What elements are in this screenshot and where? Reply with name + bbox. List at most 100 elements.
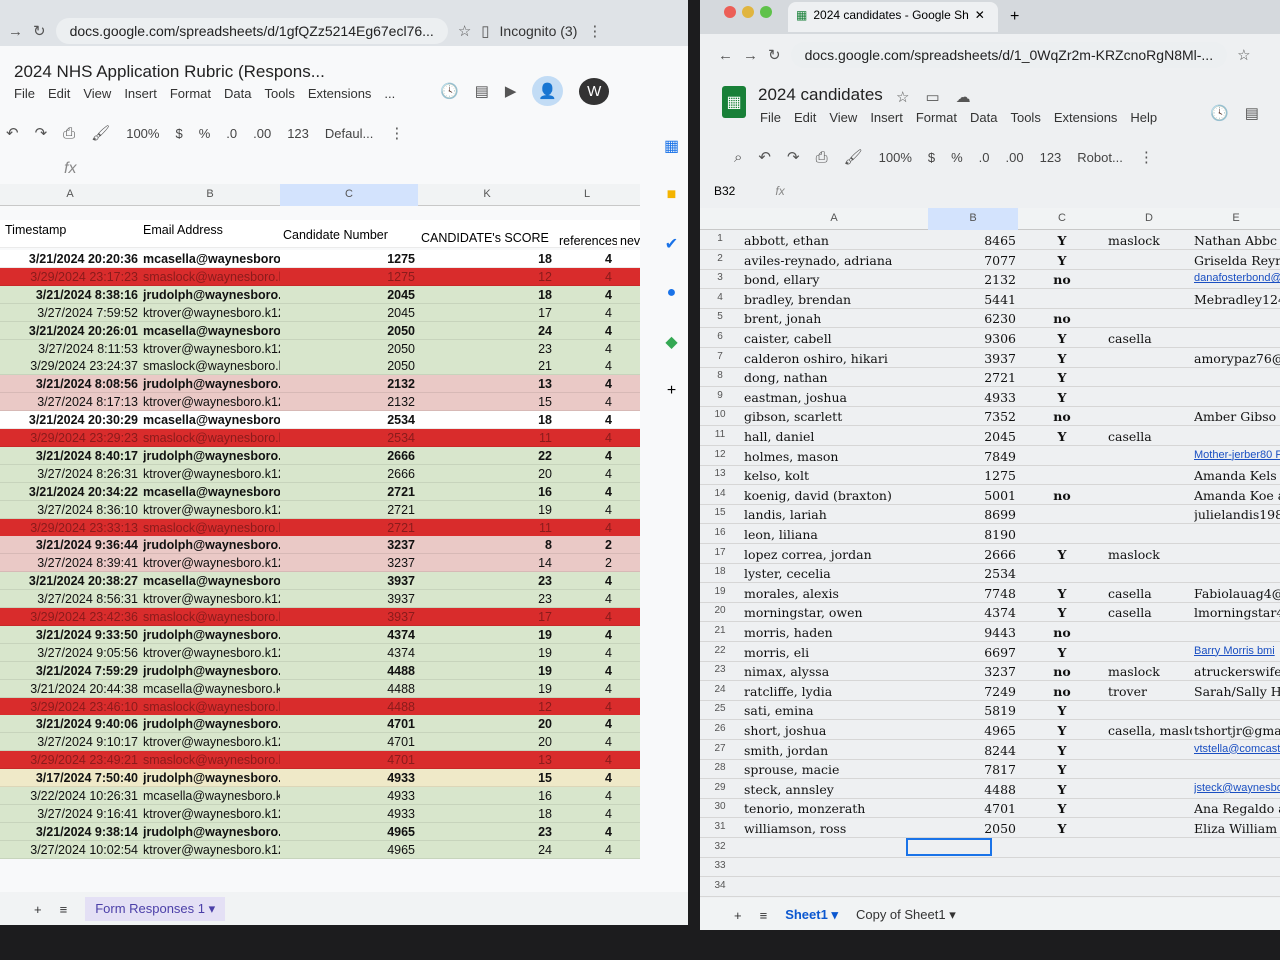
calendar-icon[interactable]: ▦: [664, 136, 679, 156]
add-sheet-icon[interactable]: +: [734, 908, 742, 923]
references-cell[interactable]: 4: [605, 503, 612, 517]
reference-status-cell[interactable]: Y: [1018, 645, 1106, 660]
score-cell[interactable]: 23: [538, 342, 552, 356]
name-cell[interactable]: sati, emina: [744, 703, 928, 718]
candidate-number-cell[interactable]: 4965: [984, 723, 1016, 738]
close-window-button[interactable]: [724, 6, 736, 18]
timestamp-cell[interactable]: 3/22/2024 10:26:31: [30, 789, 138, 803]
number-format-button[interactable]: 123: [287, 126, 309, 141]
col-c[interactable]: C: [280, 184, 418, 206]
email-cell[interactable]: mcasella@waynesboro: [143, 574, 280, 588]
email-cell[interactable]: ktrover@waynesboro.k12: [143, 342, 280, 356]
score-cell[interactable]: 12: [538, 700, 552, 714]
candidate-number-cell[interactable]: 4933: [387, 771, 415, 785]
reference-status-cell[interactable]: Y: [1018, 390, 1106, 405]
table-row[interactable]: 3/27/2024 9:05:56 ktrover@waynesboro.k12 4…: [0, 643, 640, 662]
candidate-number-cell[interactable]: 7849: [984, 449, 1016, 464]
email-cell[interactable]: jrudolph@waynesboro.: [143, 825, 280, 839]
email-cell[interactable]: smaslock@waynesboro.l: [143, 753, 280, 767]
table-row[interactable]: 3/27/2024 8:36:10 ktrover@waynesboro.k12 2…: [0, 500, 640, 519]
table-row[interactable]: 19 morales, alexis 7748 Ycasella Fabiolauag4…: [700, 583, 1280, 603]
table-row[interactable]: 3/21/2024 20:26:01 mcasella@waynesboro 205…: [0, 321, 640, 340]
candidate-number-cell[interactable]: 8244: [984, 743, 1016, 758]
name-cell[interactable]: aviles-reynado, adriana: [744, 253, 928, 268]
timestamp-cell[interactable]: 3/29/2024 23:29:23: [30, 431, 138, 445]
menu-view[interactable]: View: [829, 110, 857, 125]
col-k[interactable]: K: [418, 188, 556, 200]
email-cell[interactable]: mcasella@waynesboro: [143, 324, 280, 338]
meet-icon[interactable]: ▶: [505, 82, 517, 100]
all-sheets-icon[interactable]: ≡: [760, 908, 768, 923]
timestamp-cell[interactable]: 3/27/2024 9:10:17: [37, 735, 138, 749]
menu-tools[interactable]: Tools: [1010, 110, 1040, 125]
reference-status-cell[interactable]: no: [1018, 625, 1106, 640]
contact-cell[interactable]: Nathan Abbc: [1194, 233, 1280, 248]
table-row[interactable]: 25 sati, emina 5819 Y: [700, 700, 1280, 721]
email-cell[interactable]: ktrover@waynesboro.k12: [143, 592, 280, 606]
table-row[interactable]: 3/17/2024 7:50:40 jrudolph@waynesboro. 493…: [0, 769, 640, 788]
candidate-number-cell[interactable]: 3237: [387, 556, 415, 570]
score-cell[interactable]: 17: [538, 610, 552, 624]
col-l[interactable]: L: [556, 188, 618, 200]
score-cell[interactable]: 18: [538, 413, 552, 427]
candidate-number-cell[interactable]: 4701: [387, 717, 415, 731]
menu-more[interactable]: ...: [384, 86, 395, 101]
new-tab-icon[interactable]: +: [1010, 8, 1019, 26]
score-cell[interactable]: 19: [538, 503, 552, 517]
candidate-number-cell[interactable]: 4488: [387, 664, 415, 678]
name-cell[interactable]: short, joshua: [744, 723, 928, 738]
email-cell[interactable]: jrudolph@waynesboro.: [143, 717, 280, 731]
references-cell[interactable]: 4: [605, 610, 612, 624]
table-row[interactable]: 3/21/2024 20:44:38 mcasella@waynesboro.k 4…: [0, 679, 640, 698]
email-cell[interactable]: jrudolph@waynesboro.: [143, 538, 280, 552]
contact-cell[interactable]: jsteck@waynesbor: [1194, 782, 1280, 794]
table-row[interactable]: 3/27/2024 9:10:17 ktrover@waynesboro.k12 4…: [0, 733, 640, 752]
email-cell[interactable]: smaslock@waynesboro.l: [143, 521, 280, 535]
table-row[interactable]: 11 hall, daniel 2045 Ycasella: [700, 426, 1280, 446]
timestamp-cell[interactable]: 3/27/2024 9:05:56: [37, 646, 138, 660]
reference-status-cell[interactable]: no: [1018, 684, 1106, 699]
candidate-number-cell[interactable]: 2045: [387, 288, 415, 302]
name-cell[interactable]: lopez correa, jordan: [744, 547, 928, 562]
menu-data[interactable]: Data: [224, 86, 251, 101]
table-row[interactable]: 2 aviles-reynado, adriana 7077 Y Griselda Re…: [700, 250, 1280, 270]
score-cell[interactable]: 16: [538, 485, 552, 499]
paint-format-icon[interactable]: 🖌: [844, 148, 863, 166]
reference-status-cell[interactable]: Y: [1018, 351, 1106, 366]
table-row[interactable]: 3/29/2024 23:42:36 smaslock@waynesboro.l 3…: [0, 608, 640, 626]
email-cell[interactable]: smaslock@waynesboro.l: [143, 431, 280, 445]
timestamp-cell[interactable]: 3/21/2024 8:08:56: [36, 377, 138, 391]
table-row[interactable]: 15 landis, lariah 8699 julielandis1987@g: [700, 504, 1280, 525]
email-cell[interactable]: smaslock@waynesboro.l: [143, 610, 280, 624]
menu-file[interactable]: File: [14, 86, 35, 101]
menu-view[interactable]: View: [83, 86, 111, 101]
candidate-number-cell[interactable]: 2721: [387, 503, 415, 517]
address-bar[interactable]: → ↻ docs.google.com/spreadsheets/d/1gfQZ…: [8, 18, 602, 44]
timestamp-cell[interactable]: 3/21/2024 9:33:50: [36, 628, 138, 642]
name-cell[interactable]: dong, nathan: [744, 370, 928, 385]
score-cell[interactable]: 23: [538, 574, 552, 588]
timestamp-cell[interactable]: 3/29/2024 23:17:23: [30, 270, 138, 284]
candidate-number-cell[interactable]: 4701: [984, 801, 1016, 816]
reference-status-cell[interactable]: Y: [1018, 821, 1106, 836]
name-cell[interactable]: calderon oshiro, hikari: [744, 351, 928, 366]
email-cell[interactable]: jrudolph@waynesboro.: [143, 288, 280, 302]
table-row[interactable]: 3/29/2024 23:46:10 smaslock@waynesboro.l 4…: [0, 697, 640, 716]
score-cell[interactable]: 22: [538, 449, 552, 463]
name-cell[interactable]: morris, haden: [744, 625, 928, 640]
zoom-select[interactable]: 100%: [879, 150, 912, 165]
table-row[interactable]: 34: [700, 877, 1280, 897]
table-row[interactable]: 16 leon, liliana 8190: [700, 524, 1280, 544]
email-cell[interactable]: smaslock@waynesboro.l: [143, 270, 280, 284]
timestamp-cell[interactable]: 3/29/2024 23:24:37: [30, 359, 138, 373]
reference-status-cell[interactable]: Y: [1018, 605, 1106, 620]
candidate-number-cell[interactable]: 7249: [984, 684, 1016, 699]
contact-cell[interactable]: Ana Regaldo anare: [1194, 801, 1280, 816]
candidate-number-cell[interactable]: 4374: [387, 646, 415, 660]
candidate-number-cell[interactable]: 3237: [984, 664, 1016, 679]
contact-cell[interactable]: tshortjr@gmail.cor: [1194, 723, 1280, 738]
references-cell[interactable]: 4: [605, 843, 612, 857]
responses-grid[interactable]: 3/21/2024 20:20:36 mcasella@waynesboro 127…: [0, 250, 640, 880]
candidate-number-cell[interactable]: 4701: [387, 753, 415, 767]
references-cell[interactable]: 4: [605, 521, 612, 535]
